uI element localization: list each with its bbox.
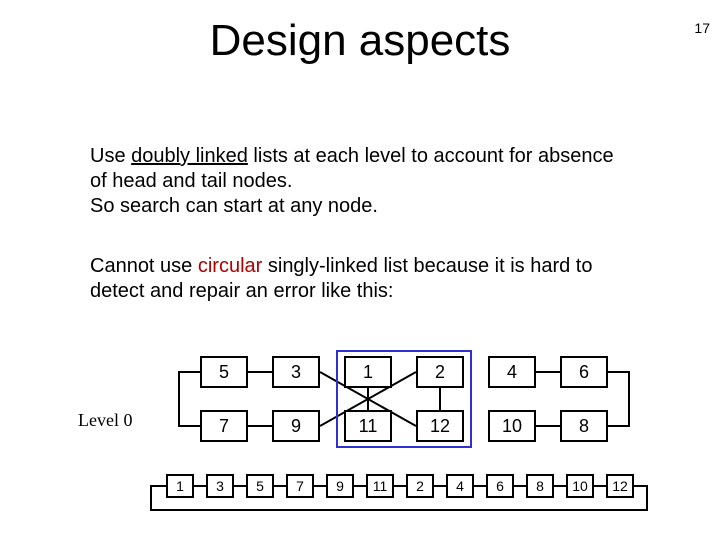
node-bottom-1: 3 [206, 474, 234, 498]
node-bottom-4: 9 [326, 474, 354, 498]
wrap-right-v [628, 371, 630, 427]
page-number: 17 [694, 20, 710, 36]
link-b-6-7 [434, 485, 446, 487]
linked-list-diagram: Level 0 5 3 1 2 4 6 7 9 11 12 10 8 1 3 5… [0, 346, 720, 546]
wrap-b-left-v [150, 485, 152, 511]
link-b-2-3 [274, 485, 286, 487]
node-bottom-6: 2 [406, 474, 434, 498]
level-label: Level 0 [78, 410, 132, 431]
node-top-1: 3 [272, 356, 320, 388]
link-mid-4-5 [536, 425, 560, 427]
link-b-10-11 [594, 485, 606, 487]
paragraph-1: Use doubly linked lists at each level to… [90, 144, 630, 219]
node-bottom-0: 1 [166, 474, 194, 498]
p1-underlined: doubly linked [131, 145, 248, 167]
node-bottom-8: 6 [486, 474, 514, 498]
node-mid-5: 8 [560, 410, 608, 442]
wrap-b-left-h [150, 485, 166, 487]
link-b-5-6 [394, 485, 406, 487]
node-bottom-3: 7 [286, 474, 314, 498]
p2-red: circular [198, 255, 262, 277]
node-top-0: 5 [200, 356, 248, 388]
node-mid-1: 9 [272, 410, 320, 442]
link-b-9-10 [554, 485, 566, 487]
wrap-left-bot-h [178, 425, 200, 427]
link-b-7-8 [474, 485, 486, 487]
slide-title: Design aspects [0, 16, 720, 66]
link-b-8-9 [514, 485, 526, 487]
link-b-4-5 [354, 485, 366, 487]
node-top-3: 2 [416, 356, 464, 388]
node-bottom-2: 5 [246, 474, 274, 498]
link-top-0-1 [248, 371, 272, 373]
node-mid-3: 12 [416, 410, 464, 442]
node-top-2: 1 [344, 356, 392, 388]
node-top-5: 6 [560, 356, 608, 388]
node-bottom-5: 11 [366, 474, 394, 498]
p2-prefix: Cannot use [90, 255, 198, 277]
wrap-right-bot-h [608, 425, 630, 427]
link-b-1-2 [234, 485, 246, 487]
wrap-left-v [178, 371, 180, 427]
wrap-left-top-h [178, 371, 200, 373]
link-top-4-5 [536, 371, 560, 373]
node-mid-4: 10 [488, 410, 536, 442]
link-2-12 [439, 388, 441, 410]
link-mid-0-1 [248, 425, 272, 427]
node-bottom-11: 12 [606, 474, 634, 498]
wrap-right-top-h [608, 371, 630, 373]
node-mid-0: 7 [200, 410, 248, 442]
node-bottom-7: 4 [446, 474, 474, 498]
wrap-b-right-h [634, 485, 648, 487]
wrap-b-bottom-h [150, 509, 648, 511]
node-mid-2: 11 [344, 410, 392, 442]
link-b-3-4 [314, 485, 326, 487]
p1-prefix: Use [90, 145, 131, 167]
link-1-11 [367, 388, 369, 410]
link-b-0-1 [194, 485, 206, 487]
node-top-4: 4 [488, 356, 536, 388]
wrap-b-right-v [646, 485, 648, 511]
node-bottom-10: 10 [566, 474, 594, 498]
paragraph-2: Cannot use circular singly-linked list b… [90, 254, 630, 304]
node-bottom-9: 8 [526, 474, 554, 498]
